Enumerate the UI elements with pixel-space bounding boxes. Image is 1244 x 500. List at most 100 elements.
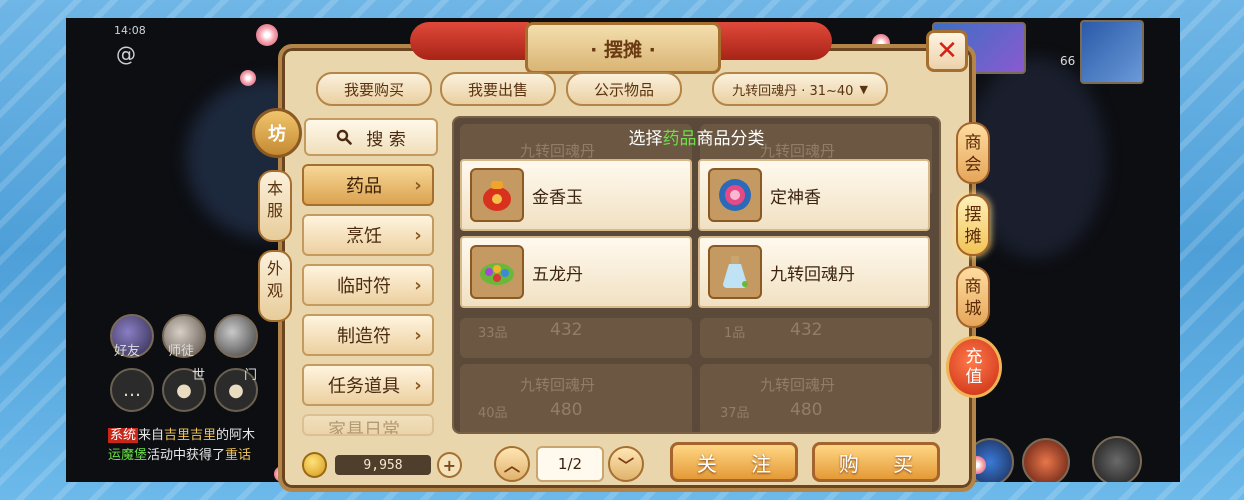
prompt-text: 选择 bbox=[628, 129, 663, 149]
subcategory-name: 金香玉 bbox=[532, 187, 583, 208]
chat-line-1[interactable]: 系统 来自吉里吉里的阿木 bbox=[108, 424, 255, 443]
settings-gear-icon[interactable] bbox=[1092, 436, 1142, 482]
subcategory-name: 九转回魂丹 bbox=[770, 264, 855, 285]
side-tab-appearance[interactable]: 外观 bbox=[258, 250, 292, 322]
chevron-down-icon: ▼ bbox=[859, 82, 868, 96]
tab-buy[interactable]: 我要购买 bbox=[316, 72, 432, 106]
level-filter-value: 九转回魂丹 · 31~40 bbox=[732, 83, 854, 99]
microphone-icon: ● bbox=[176, 379, 192, 401]
category-label: 制造符 bbox=[337, 326, 391, 347]
chevron-up-icon: ︿ bbox=[503, 456, 520, 475]
red-pouch-icon bbox=[470, 168, 524, 222]
gate-label: 门 bbox=[244, 368, 258, 383]
world-label: 世 bbox=[192, 368, 206, 383]
chat-line-2[interactable]: 运魔堡活动中获得了重话 bbox=[108, 444, 251, 463]
search-icon bbox=[337, 129, 353, 145]
category-cooking[interactable]: 烹饪 › bbox=[302, 214, 434, 256]
category-label: 任务道具 bbox=[328, 376, 400, 397]
subcategory-wulongdan[interactable]: 五龙丹 bbox=[460, 236, 692, 308]
page-next-button[interactable]: ﹀ bbox=[608, 446, 644, 482]
tab-public-items[interactable]: 公示物品 bbox=[566, 72, 682, 106]
follow-button[interactable]: 关 注 bbox=[670, 442, 798, 482]
recharge-label: 充值 bbox=[965, 347, 983, 387]
listing-name: 九转回魂丹 bbox=[520, 376, 596, 394]
subcategory-jiuzhuanhuihundan[interactable]: 九转回魂丹 bbox=[698, 236, 930, 308]
close-button[interactable]: ✕ bbox=[926, 30, 968, 72]
chevron-right-icon: › bbox=[414, 324, 422, 346]
chat-text: 来自 bbox=[138, 428, 165, 443]
category-furniture[interactable]: 家具日常 bbox=[302, 414, 434, 436]
prompt-text: 商品分类 bbox=[696, 129, 765, 149]
skill-slot[interactable] bbox=[1022, 438, 1070, 482]
subcategory-name: 五龙丹 bbox=[532, 264, 583, 285]
add-coins-button[interactable]: + bbox=[436, 452, 462, 478]
subcategory-dingshenxiang[interactable]: 定神香 bbox=[698, 159, 930, 231]
chat-text: 的阿木 bbox=[216, 428, 256, 443]
listing-qty: 33品 bbox=[478, 326, 508, 341]
chat-bubble-icon: … bbox=[123, 379, 141, 401]
tab-sell[interactable]: 我要出售 bbox=[440, 72, 556, 106]
blossom-decoration bbox=[256, 24, 278, 46]
ribbon-decoration bbox=[712, 22, 832, 60]
swirl-icon[interactable]: @ bbox=[116, 42, 136, 66]
listing-price: 432 bbox=[790, 320, 823, 340]
system-tag: 系统 bbox=[108, 428, 139, 443]
category-medicine[interactable]: 药品 › bbox=[302, 164, 434, 206]
market-badge: 坊 bbox=[252, 108, 302, 158]
level-badge: 66 bbox=[1060, 54, 1076, 68]
category-quest-items[interactable]: 任务道具 › bbox=[302, 364, 434, 406]
right-tab-stall[interactable]: 摆摊 bbox=[956, 194, 990, 256]
extra-avatar[interactable] bbox=[214, 314, 258, 358]
mentor-label: 师徒 bbox=[168, 344, 195, 359]
status-time: 14:08 bbox=[114, 24, 146, 37]
coin-balance: 9,958 + bbox=[302, 452, 462, 478]
microphone-icon: ● bbox=[228, 379, 244, 401]
search-label: 搜 索 bbox=[366, 129, 406, 150]
subcategory-name: 定神香 bbox=[770, 187, 821, 208]
recharge-button[interactable]: 充值 bbox=[946, 336, 1002, 398]
category-label: 家具日常 bbox=[328, 420, 400, 436]
listing-qty: 1品 bbox=[724, 326, 746, 341]
listing-name: 九转回魂丹 bbox=[760, 376, 836, 394]
listing-price: 432 bbox=[550, 320, 583, 340]
ribbon-decoration bbox=[410, 22, 530, 60]
subcategory-jinxiangyu[interactable]: 金香玉 bbox=[460, 159, 692, 231]
chevron-down-icon: ﹀ bbox=[617, 456, 634, 475]
level-filter-dropdown[interactable]: 九转回魂丹 · 31~40 ▼ bbox=[712, 72, 888, 106]
close-icon: ✕ bbox=[936, 36, 958, 66]
page-indicator: 1/2 bbox=[536, 446, 604, 482]
player-portrait[interactable] bbox=[1080, 20, 1144, 84]
subcategory-prompt: 选择药品商品分类 bbox=[452, 124, 941, 149]
chat-highlight: 重话 bbox=[225, 448, 252, 463]
coin-icon bbox=[302, 452, 328, 478]
chat-highlight: 运魔堡 bbox=[108, 448, 148, 463]
panel-title: · 摆摊 · bbox=[525, 22, 721, 74]
potion-bottle-icon bbox=[708, 245, 762, 299]
category-temp-charm[interactable]: 临时符 › bbox=[302, 264, 434, 306]
chat-highlight: 吉里吉里 bbox=[164, 428, 217, 443]
chevron-right-icon: › bbox=[414, 274, 422, 296]
category-label: 临时符 bbox=[337, 276, 391, 297]
buy-button[interactable]: 购 买 bbox=[812, 442, 940, 482]
page-prev-button[interactable]: ︿ bbox=[494, 446, 530, 482]
search-button[interactable]: 搜 索 bbox=[304, 118, 438, 156]
chat-text: 活动中获得了 bbox=[147, 448, 226, 463]
listing-qty: 40品 bbox=[478, 406, 508, 421]
category-label: 药品 bbox=[346, 176, 382, 197]
pill-leaf-icon bbox=[470, 245, 524, 299]
category-label: 烹饪 bbox=[346, 226, 382, 247]
friends-label: 好友 bbox=[114, 344, 141, 359]
listing-price: 480 bbox=[790, 400, 823, 420]
side-tab-server[interactable]: 本服 bbox=[258, 170, 292, 242]
coin-value: 9,958 bbox=[335, 455, 431, 475]
right-tab-mall[interactable]: 商城 bbox=[956, 266, 990, 328]
prompt-highlight: 药品 bbox=[662, 129, 697, 149]
incense-bowl-icon bbox=[708, 168, 762, 222]
chat-bubble-button[interactable]: … bbox=[110, 368, 154, 412]
chevron-right-icon: › bbox=[414, 224, 422, 246]
chevron-right-icon: › bbox=[414, 374, 422, 396]
blossom-decoration bbox=[240, 70, 256, 86]
category-crafting-charm[interactable]: 制造符 › bbox=[302, 314, 434, 356]
chevron-right-icon: › bbox=[414, 174, 422, 196]
right-tab-guild-shop[interactable]: 商会 bbox=[956, 122, 990, 184]
